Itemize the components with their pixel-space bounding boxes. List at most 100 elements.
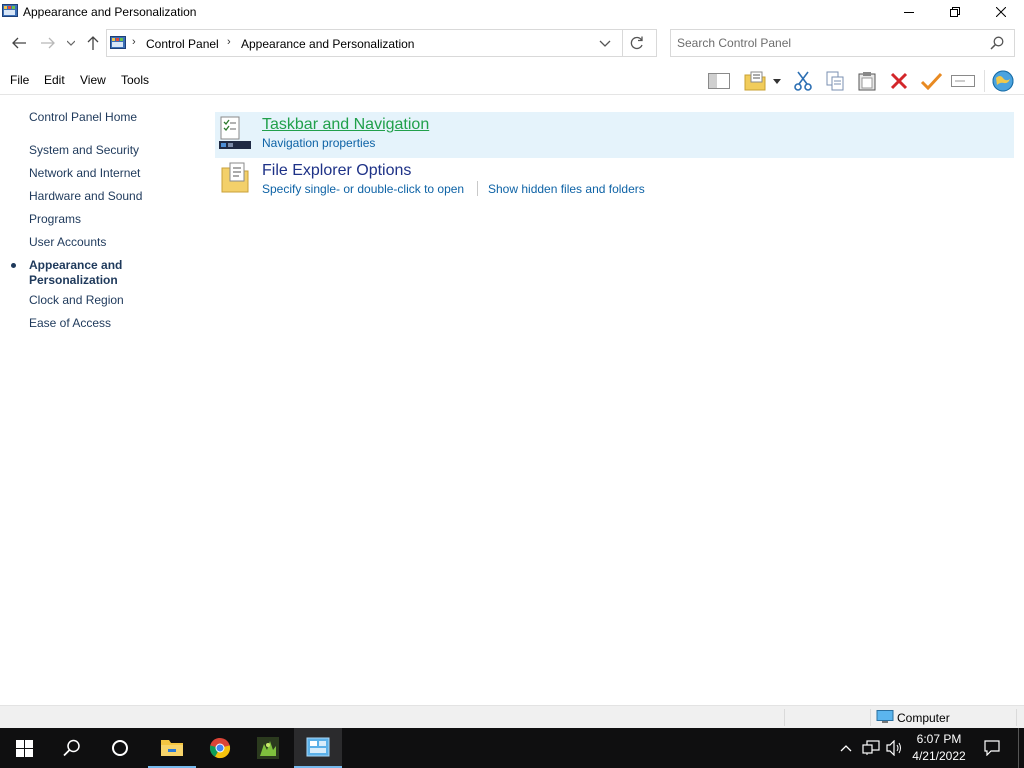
active-bullet-icon bbox=[11, 263, 16, 268]
start-button[interactable] bbox=[0, 728, 48, 768]
taskbar-control-panel[interactable] bbox=[294, 728, 342, 768]
taskbar-clock[interactable]: 6:07 PM 4/21/2022 bbox=[905, 731, 973, 765]
minimize-icon bbox=[904, 12, 914, 13]
link-divider bbox=[477, 181, 478, 196]
organize-dropdown-button[interactable] bbox=[769, 69, 785, 93]
paste-button[interactable] bbox=[855, 69, 879, 93]
taskbar-chrome[interactable] bbox=[196, 728, 244, 768]
properties-check-button[interactable] bbox=[919, 69, 943, 93]
category-file-explorer-options[interactable]: File Explorer Options Specify single- or… bbox=[215, 158, 1014, 204]
sidebar-item-user-accounts[interactable]: User Accounts bbox=[29, 235, 106, 250]
breadcrumb-separator-icon[interactable]: › bbox=[227, 36, 231, 48]
search-box[interactable] bbox=[670, 29, 1015, 57]
status-divider bbox=[870, 709, 871, 726]
up-button[interactable] bbox=[82, 32, 104, 54]
file-explorer-icon bbox=[161, 740, 183, 756]
sidebar-item-clock-and-region[interactable]: Clock and Region bbox=[29, 293, 124, 308]
chevron-up-icon bbox=[840, 745, 852, 752]
arrow-up-icon bbox=[87, 36, 99, 50]
recent-locations-button[interactable] bbox=[62, 32, 80, 54]
maximize-button[interactable] bbox=[932, 0, 978, 24]
search-icon bbox=[63, 739, 80, 757]
taskbar-icon bbox=[218, 116, 252, 153]
address-dropdown-button[interactable] bbox=[599, 37, 613, 49]
computer-icon bbox=[876, 710, 894, 724]
speaker-icon bbox=[886, 740, 901, 756]
windows-logo-icon bbox=[15, 739, 33, 757]
menu-view[interactable]: View bbox=[80, 73, 106, 87]
taskbar: 6:07 PM 4/21/2022 bbox=[0, 728, 1024, 768]
forward-button[interactable] bbox=[37, 32, 59, 54]
back-button[interactable] bbox=[8, 32, 30, 54]
status-divider bbox=[784, 709, 785, 726]
cut-button[interactable] bbox=[791, 69, 815, 93]
search-input[interactable] bbox=[677, 35, 977, 51]
arrow-right-icon bbox=[41, 37, 55, 49]
link-navigation-properties[interactable]: Navigation properties bbox=[262, 136, 375, 150]
breadcrumb-separator-icon[interactable]: › bbox=[132, 36, 136, 48]
clipboard-icon bbox=[858, 72, 876, 91]
window-title: Appearance and Personalization bbox=[23, 5, 197, 19]
sidebar-item-control-panel-home[interactable]: Control Panel Home bbox=[29, 110, 137, 125]
status-location: Computer bbox=[897, 711, 950, 725]
refresh-button[interactable] bbox=[629, 35, 647, 51]
network-button[interactable] bbox=[991, 69, 1015, 93]
category-taskbar-and-navigation[interactable]: Taskbar and Navigation Navigation proper… bbox=[215, 112, 1014, 158]
taskbar-game-app[interactable] bbox=[244, 728, 292, 768]
category-title-taskbar-and-navigation[interactable]: Taskbar and Navigation bbox=[262, 116, 429, 134]
breadcrumb-control-panel[interactable]: Control Panel bbox=[146, 37, 219, 51]
folder-options-icon bbox=[221, 162, 251, 197]
menu-tools[interactable]: Tools bbox=[121, 73, 149, 87]
title-bar: Appearance and Personalization bbox=[0, 0, 1024, 24]
show-hidden-icons-button[interactable] bbox=[836, 728, 856, 768]
sidebar-item-hardware-and-sound[interactable]: Hardware and Sound bbox=[29, 189, 142, 204]
taskbar-file-explorer[interactable] bbox=[148, 728, 196, 768]
clock-time: 6:07 PM bbox=[916, 732, 962, 746]
preview-pane-icon bbox=[708, 73, 730, 89]
chevron-down-icon bbox=[599, 40, 611, 47]
control-panel-icon bbox=[2, 4, 18, 18]
menu-edit[interactable]: Edit bbox=[44, 73, 65, 87]
clock-date: 4/21/2022 bbox=[912, 749, 966, 763]
copy-button[interactable] bbox=[823, 69, 847, 93]
refresh-icon bbox=[630, 36, 643, 50]
rename-button[interactable] bbox=[951, 69, 975, 93]
sidebar-item-programs[interactable]: Programs bbox=[29, 212, 81, 227]
control-panel-icon bbox=[110, 36, 126, 50]
network-tray-button[interactable] bbox=[860, 728, 882, 768]
status-divider bbox=[1016, 709, 1017, 726]
link-show-hidden-files[interactable]: Show hidden files and folders bbox=[488, 182, 645, 196]
divider bbox=[622, 30, 623, 56]
folder-properties-icon bbox=[744, 71, 766, 91]
volume-tray-button[interactable] bbox=[884, 728, 906, 768]
show-desktop-button[interactable] bbox=[1018, 728, 1024, 768]
search-taskbar-button[interactable] bbox=[48, 728, 96, 768]
chevron-down-icon bbox=[67, 40, 75, 46]
app-icon bbox=[257, 737, 279, 759]
toolbar-divider bbox=[984, 70, 985, 92]
layout-pane-button[interactable] bbox=[707, 69, 731, 93]
sidebar-item-ease-of-access[interactable]: Ease of Access bbox=[29, 316, 111, 331]
checkmark-icon bbox=[920, 72, 942, 90]
category-title-file-explorer-options[interactable]: File Explorer Options bbox=[262, 162, 411, 180]
close-button[interactable] bbox=[978, 0, 1024, 24]
link-click-behavior[interactable]: Specify single- or double-click to open bbox=[262, 182, 464, 196]
notification-icon bbox=[984, 740, 1000, 756]
status-bar: Computer bbox=[0, 705, 1024, 728]
menu-file[interactable]: File bbox=[10, 73, 29, 87]
delete-x-icon bbox=[890, 72, 908, 90]
sidebar-item-network-and-internet[interactable]: Network and Internet bbox=[29, 166, 140, 181]
network-icon bbox=[862, 740, 880, 755]
address-bar[interactable]: › Control Panel › Appearance and Persona… bbox=[106, 29, 657, 57]
cortana-circle-icon bbox=[112, 740, 128, 756]
action-center-button[interactable] bbox=[978, 728, 1006, 768]
task-view-button[interactable] bbox=[96, 728, 144, 768]
sidebar-item-system-and-security[interactable]: System and Security bbox=[29, 143, 139, 158]
search-icon[interactable] bbox=[990, 36, 1006, 52]
breadcrumb-appearance[interactable]: Appearance and Personalization bbox=[241, 37, 414, 51]
delete-button[interactable] bbox=[887, 69, 911, 93]
chrome-icon bbox=[209, 737, 231, 759]
minimize-button[interactable] bbox=[886, 0, 932, 24]
globe-icon bbox=[992, 70, 1014, 92]
organize-button[interactable] bbox=[743, 69, 767, 93]
